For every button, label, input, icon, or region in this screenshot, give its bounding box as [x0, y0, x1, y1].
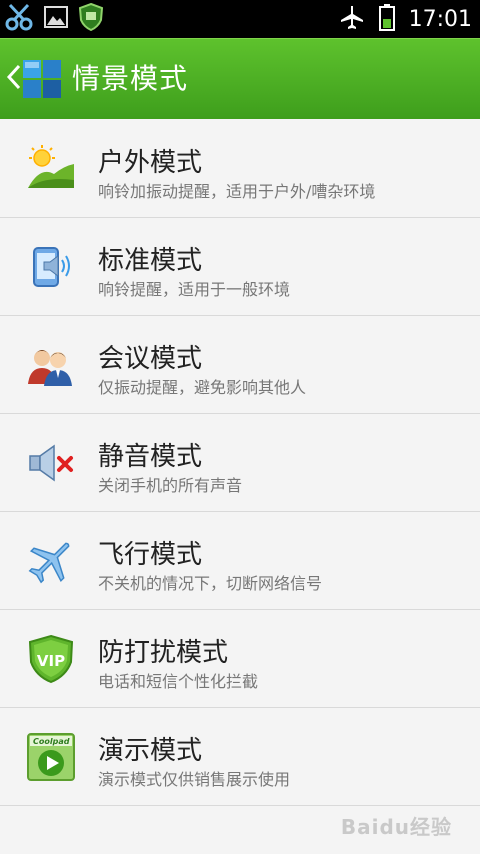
action-bar: 情景模式 [0, 38, 480, 119]
mode-description: 演示模式仅供销售展示使用 [98, 770, 291, 789]
airplane-mode-icon [339, 4, 365, 34]
mode-description: 响铃加振动提醒，适用于户外/嘈杂环境 [98, 182, 376, 201]
grid-squares-icon [22, 59, 62, 103]
list-item-silent-mode[interactable]: 静音模式 关闭手机的所有声音 [0, 414, 480, 512]
list-item-demo-mode[interactable]: Coolpad 演示模式 演示模式仅供销售展示使用 [0, 708, 480, 806]
mode-description: 仅振动提醒，避免影响其他人 [98, 378, 307, 397]
speaker-muted-icon [26, 438, 76, 488]
coolpad-play-icon: Coolpad [26, 732, 76, 782]
mode-name: 户外模式 [98, 148, 203, 178]
mode-name: 飞行模式 [98, 540, 203, 570]
coolpad-icon-text: Coolpad [33, 737, 70, 746]
battery-icon [378, 3, 395, 35]
page-title: 情景模式 [72, 62, 189, 95]
mode-description: 响铃提醒，适用于一般环境 [98, 280, 291, 299]
clock-time: 17:01 [408, 6, 472, 32]
list-item-outdoor-mode[interactable]: 户外模式 响铃加振动提醒，适用于户外/嘈杂环境 [0, 120, 480, 218]
mode-description: 电话和短信个性化拦截 [98, 672, 259, 691]
list-item-meeting-mode[interactable]: 会议模式 仅振动提醒，避免影响其他人 [0, 316, 480, 414]
mode-name: 会议模式 [98, 344, 203, 374]
outdoor-sun-hill-icon [26, 144, 76, 194]
chevron-left-icon [6, 62, 22, 96]
back-button[interactable] [4, 61, 24, 97]
list-item-do-not-disturb-mode[interactable]: VIP 防打扰模式 电话和短信个性化拦截 [0, 610, 480, 708]
mode-name: 标准模式 [98, 246, 203, 276]
list-item-airplane-mode[interactable]: 飞行模式 不关机的情况下，切断网络信号 [0, 512, 480, 610]
phone-speaker-icon [26, 242, 76, 292]
airplane-icon [26, 536, 76, 586]
mode-name: 演示模式 [98, 736, 203, 766]
mode-description: 不关机的情况下，切断网络信号 [98, 574, 323, 593]
mode-description: 关闭手机的所有声音 [98, 476, 243, 495]
security-shield-icon [78, 2, 104, 35]
svg-text:VIP: VIP [37, 652, 65, 670]
vip-shield-icon: VIP [26, 634, 76, 684]
watermark: Baidu经验 [340, 815, 452, 839]
mode-name: 防打扰模式 [98, 638, 229, 668]
image-icon [44, 6, 68, 32]
list-item-standard-mode[interactable]: 标准模式 响铃提醒，适用于一般环境 [0, 218, 480, 316]
status-bar: 17:01 [0, 0, 480, 38]
mode-list: 户外模式 响铃加振动提醒，适用于户外/嘈杂环境 标准模式 响铃提醒，适用于一般环… [0, 120, 480, 806]
meeting-people-icon [26, 340, 76, 390]
scissors-icon [4, 2, 34, 36]
mode-name: 静音模式 [98, 442, 203, 472]
